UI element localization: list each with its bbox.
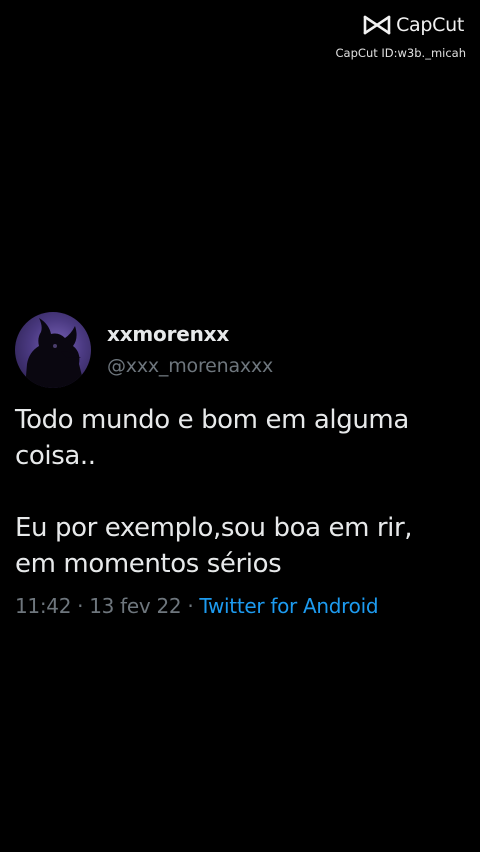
- tweet-text: Todo mundo e bom em alguma coisa.. Eu po…: [15, 402, 460, 582]
- tweet-source-link[interactable]: Twitter for Android: [199, 594, 378, 618]
- tweet-meta: 11:42 · 13 fev 22 · Twitter for Android: [15, 594, 465, 618]
- avatar-silhouette-icon: [25, 318, 85, 388]
- capcut-logo-icon: [362, 14, 392, 36]
- user-handle[interactable]: @xxx_morenaxxx: [107, 355, 273, 377]
- capcut-id-label: CapCut ID:w3b._micah: [335, 46, 466, 60]
- display-name[interactable]: xxmorenxx: [107, 322, 273, 346]
- tweet-date[interactable]: 13 fev 22: [89, 594, 181, 618]
- avatar[interactable]: [15, 312, 91, 388]
- tweet-paragraph-2: Eu por exemplo,sou boa em rir, em moment…: [15, 513, 413, 579]
- capcut-watermark: CapCut CapCut ID:w3b._micah: [316, 14, 466, 64]
- meta-separator: ·: [77, 594, 84, 618]
- tweet-paragraph-1: Todo mundo e bom em alguma coisa..: [15, 405, 409, 471]
- tweet-header: xxmorenxx @xxx_morenaxxx: [15, 312, 465, 388]
- tweet-card[interactable]: xxmorenxx @xxx_morenaxxx Todo mundo e bo…: [15, 312, 465, 618]
- capcut-brand-label: CapCut: [396, 14, 464, 36]
- meta-separator-2: ·: [187, 594, 194, 618]
- tweet-author: xxmorenxx @xxx_morenaxxx: [107, 322, 273, 377]
- capcut-brand: CapCut: [362, 14, 464, 36]
- tweet-time[interactable]: 11:42: [15, 594, 71, 618]
